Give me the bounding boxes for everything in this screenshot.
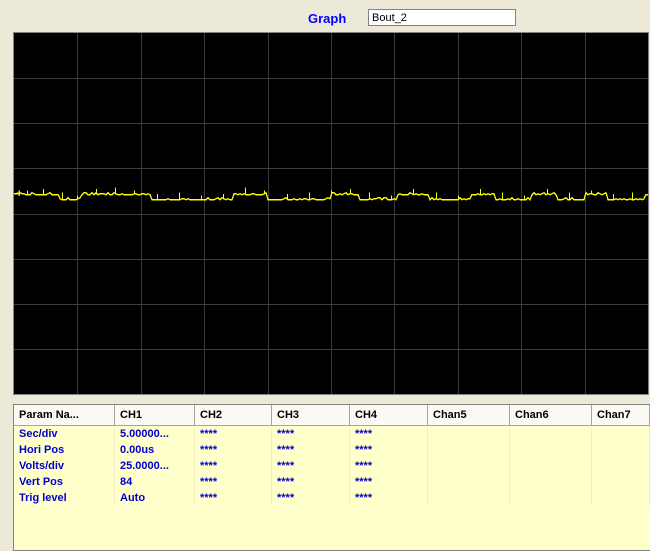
cell-value[interactable]: **** [272, 426, 350, 442]
cell-value[interactable]: **** [350, 442, 428, 458]
cell-param-name: Hori Pos [14, 442, 115, 458]
cell-value[interactable]: **** [350, 474, 428, 490]
column-header-ch4: CH4 [350, 405, 428, 426]
table-row: Trig level Auto **** **** **** [14, 490, 650, 506]
cell-value[interactable] [510, 490, 592, 506]
cell-value[interactable] [510, 474, 592, 490]
graph-title-label: Graph [308, 11, 347, 26]
cell-value[interactable] [592, 490, 650, 506]
cell-param-name: Sec/div [14, 426, 115, 442]
table-row: Sec/div 5.00000... **** **** **** [14, 426, 650, 442]
cell-value[interactable] [428, 474, 510, 490]
waveform-plot [14, 33, 648, 394]
cell-value[interactable]: **** [272, 474, 350, 490]
cell-value[interactable] [510, 426, 592, 442]
cell-param-name: Trig level [14, 490, 115, 506]
cell-value[interactable]: 0.00us [115, 442, 195, 458]
cell-value[interactable]: **** [272, 458, 350, 474]
column-header-param-name: Param Na... [14, 405, 115, 426]
table-row: Volts/div 25.0000... **** **** **** [14, 458, 650, 474]
cell-value[interactable]: **** [195, 426, 272, 442]
table-header-row: Param Na... CH1 CH2 CH3 CH4 Chan5 Chan6 … [14, 405, 650, 426]
trace-cursor[interactable]: + [16, 188, 22, 200]
column-header-ch3: CH3 [272, 405, 350, 426]
cell-value[interactable]: 25.0000... [115, 458, 195, 474]
column-header-chan7: Chan7 [592, 405, 650, 426]
cell-value[interactable] [428, 458, 510, 474]
cell-value[interactable]: **** [350, 490, 428, 506]
cell-value[interactable] [428, 490, 510, 506]
param-table: Param Na... CH1 CH2 CH3 CH4 Chan5 Chan6 … [13, 404, 650, 551]
column-header-ch2: CH2 [195, 405, 272, 426]
cell-value[interactable] [428, 426, 510, 442]
table-row: Vert Pos 84 **** **** **** [14, 474, 650, 490]
cell-value[interactable]: **** [272, 490, 350, 506]
cell-value[interactable]: **** [350, 426, 428, 442]
graph-name-input[interactable] [368, 9, 516, 26]
cell-value[interactable] [510, 442, 592, 458]
table-row: Hori Pos 0.00us **** **** **** [14, 442, 650, 458]
cell-value[interactable]: **** [272, 442, 350, 458]
cell-value[interactable] [592, 474, 650, 490]
cell-value[interactable] [510, 458, 592, 474]
cell-value[interactable]: **** [195, 474, 272, 490]
cell-param-name: Volts/div [14, 458, 115, 474]
column-header-chan6: Chan6 [510, 405, 592, 426]
cell-value[interactable] [592, 426, 650, 442]
cell-value[interactable]: **** [195, 458, 272, 474]
cell-value[interactable]: **** [195, 442, 272, 458]
scope-display[interactable]: + [13, 32, 649, 395]
cell-value[interactable]: 5.00000... [115, 426, 195, 442]
cell-value[interactable]: 84 [115, 474, 195, 490]
cell-value[interactable]: **** [195, 490, 272, 506]
cell-value[interactable] [592, 442, 650, 458]
cell-value[interactable]: **** [350, 458, 428, 474]
column-header-ch1: CH1 [115, 405, 195, 426]
cell-value[interactable] [428, 442, 510, 458]
cell-param-name: Vert Pos [14, 474, 115, 490]
cell-value[interactable] [592, 458, 650, 474]
column-header-chan5: Chan5 [428, 405, 510, 426]
cell-value[interactable]: Auto [115, 490, 195, 506]
